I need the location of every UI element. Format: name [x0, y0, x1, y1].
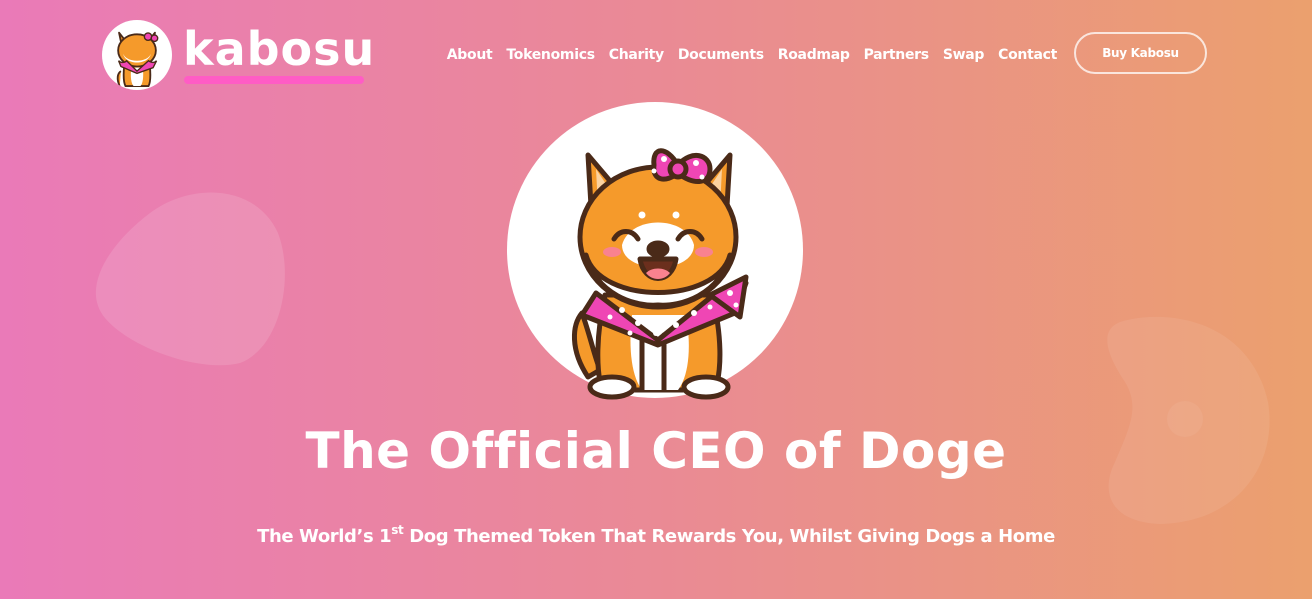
hero-subtitle-ordinal: st — [391, 523, 404, 537]
hero-subtitle-end: Dog Themed Token That Rewards You, Whils… — [403, 526, 1055, 547]
nav-link-charity[interactable]: Charity — [609, 46, 664, 64]
brand-underline — [184, 76, 364, 84]
shiba-dog-mascot-icon — [571, 148, 749, 400]
hero-title: The Official CEO of Doge — [305, 422, 1007, 480]
brand-name[interactable]: kabosu — [183, 22, 375, 76]
hero-subtitle-start: The World’s 1 — [257, 526, 392, 547]
main-nav: About Tokenomics Charity Documents Roadm… — [447, 46, 1058, 64]
nav-link-roadmap[interactable]: Roadmap — [778, 46, 850, 64]
logo-badge[interactable] — [102, 20, 172, 90]
site-header: kabosu About Tokenomics Charity Document… — [0, 0, 1312, 100]
nav-link-partners[interactable]: Partners — [864, 46, 930, 64]
decorative-blob-left — [95, 192, 285, 366]
nav-link-about[interactable]: About — [447, 46, 493, 64]
nav-link-tokenomics[interactable]: Tokenomics — [506, 46, 595, 64]
nav-link-swap[interactable]: Swap — [943, 46, 985, 64]
buy-kabosu-button[interactable]: Buy Kabosu — [1074, 32, 1207, 74]
nav-link-contact[interactable]: Contact — [998, 46, 1057, 64]
hero-subtitle: The World’s 1st Dog Themed Token That Re… — [0, 522, 1312, 552]
nav-link-documents[interactable]: Documents — [678, 46, 764, 64]
shiba-logo-icon — [116, 31, 159, 87]
